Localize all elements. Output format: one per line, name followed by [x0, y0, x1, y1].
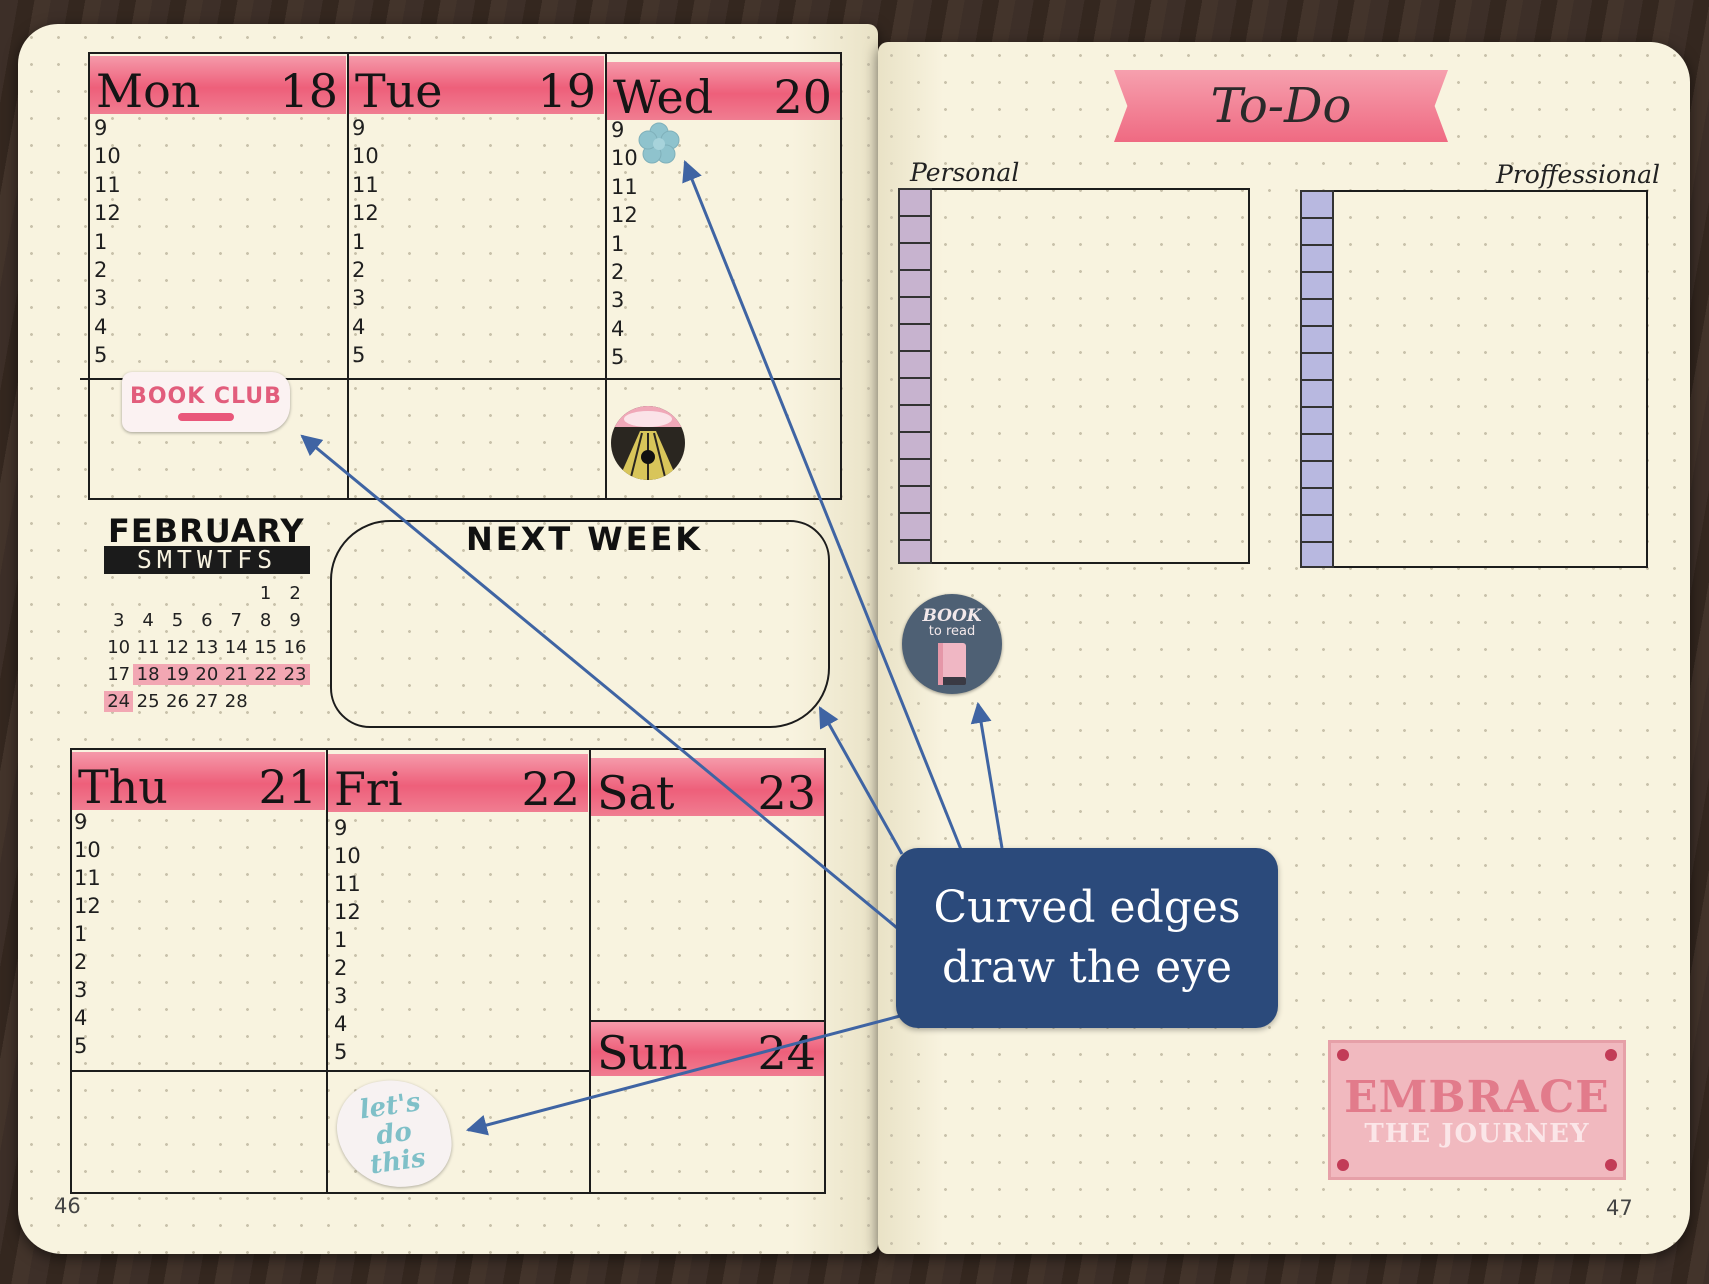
annotation-arrows	[300, 160, 1004, 1136]
arrow-to-book-sticker	[970, 701, 1004, 849]
callout-line-2: draw the eye	[941, 942, 1233, 993]
arrow-to-next-week	[818, 706, 904, 855]
arrow-to-flower	[682, 160, 964, 853]
arrow-to-book-club	[300, 434, 903, 934]
callout-line-1: Curved edges	[933, 882, 1241, 933]
callout-box: Curved edges draw the eye	[896, 848, 1278, 1028]
arrow-to-lets-do-this	[465, 1014, 901, 1136]
